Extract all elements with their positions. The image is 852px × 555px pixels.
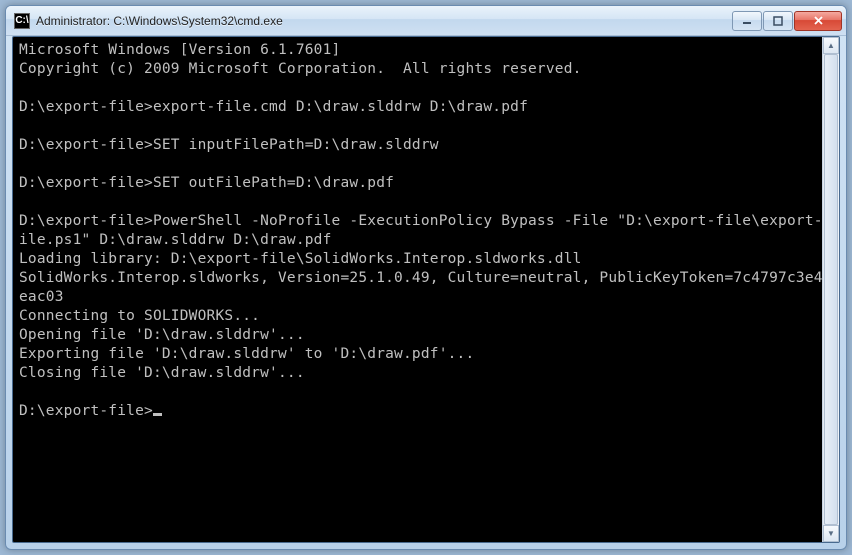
scrollbar-track[interactable] bbox=[823, 54, 839, 525]
terminal-area: Microsoft Windows [Version 6.1.7601] Cop… bbox=[12, 36, 840, 543]
maximize-button[interactable] bbox=[763, 11, 793, 31]
terminal-output[interactable]: Microsoft Windows [Version 6.1.7601] Cop… bbox=[13, 37, 839, 542]
close-icon bbox=[813, 15, 824, 26]
cursor bbox=[153, 413, 162, 416]
maximize-icon bbox=[773, 16, 783, 26]
scrollbar-vertical[interactable]: ▲ ▼ bbox=[822, 37, 839, 542]
scroll-down-button[interactable]: ▼ bbox=[823, 525, 839, 542]
close-button[interactable] bbox=[794, 11, 842, 31]
app-icon: C:\ bbox=[14, 13, 30, 29]
scrollbar-thumb[interactable] bbox=[824, 54, 838, 525]
window-title: Administrator: C:\Windows\System32\cmd.e… bbox=[36, 14, 732, 28]
minimize-icon bbox=[742, 16, 752, 26]
window-controls bbox=[732, 11, 842, 31]
cmd-window: C:\ Administrator: C:\Windows\System32\c… bbox=[5, 5, 847, 550]
scroll-up-button[interactable]: ▲ bbox=[823, 37, 839, 54]
titlebar[interactable]: C:\ Administrator: C:\Windows\System32\c… bbox=[6, 6, 846, 36]
minimize-button[interactable] bbox=[732, 11, 762, 31]
